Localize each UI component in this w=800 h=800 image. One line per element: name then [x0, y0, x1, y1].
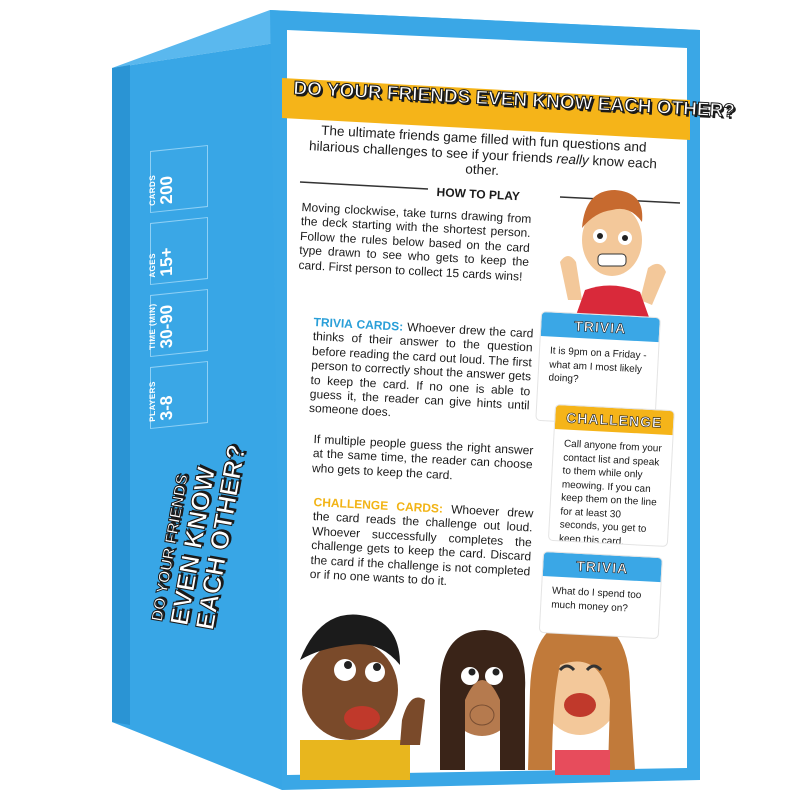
stat-value: 3-8 [157, 394, 176, 422]
multiple-guess-rules: If multiple people guess the right answe… [311, 432, 534, 483]
stat-cards: CARDS 200 [148, 144, 208, 214]
challenge-rules: CHALLENGE CARDS: Whoever drew the card r… [309, 495, 534, 593]
intro-paragraph: Moving clockwise, take turns drawing fro… [298, 200, 532, 284]
stat-value: 200 [157, 174, 176, 206]
trivia-card-example-2: TRIVIA What do I spend too much money on… [539, 552, 662, 639]
stat-label: CARDS [148, 174, 157, 207]
trivia-rules: TRIVIA CARDS: Whoever drew the card thin… [309, 315, 534, 427]
challenge-card-example: CHALLENGE Call anyone from your contact … [548, 405, 674, 546]
stat-label: AGES [148, 252, 157, 279]
box-title: DO YOUR FRIENDS EVEN KNOW EACH OTHER? [292, 77, 736, 123]
stat-value: 30-90 [157, 303, 176, 350]
card-text: What do I spend too much money on? [550, 585, 642, 614]
stat-label: TIME (MIN) [148, 302, 157, 351]
game-box-scene: CARDS 200 AGES 15+ TIME (MIN) 30-90 PLAY… [0, 0, 800, 800]
trivia-text: Whoever drew the card thinks of their an… [308, 319, 534, 420]
tagline: The ultimate friends game filled with fu… [305, 122, 662, 187]
card-text: It is 9pm on a Friday - what am I most l… [548, 345, 647, 385]
challenge-text: Whoever drew the card reads the challeng… [309, 501, 534, 589]
tagline-emphasis: really [556, 150, 590, 168]
stat-time: TIME (MIN) 30-90 [148, 288, 208, 358]
front-panel: DO YOUR FRIENDS EVEN KNOW EACH OTHER? Th… [282, 40, 736, 788]
how-to-play-heading: HOW TO PLAY [436, 185, 521, 204]
stat-ages: AGES 15+ [148, 216, 208, 286]
stat-label: PLAYERS [148, 380, 157, 423]
card-text: Call anyone from your contact list and s… [558, 438, 662, 546]
stat-value: 15+ [157, 246, 176, 278]
box-side-edge [112, 65, 130, 725]
